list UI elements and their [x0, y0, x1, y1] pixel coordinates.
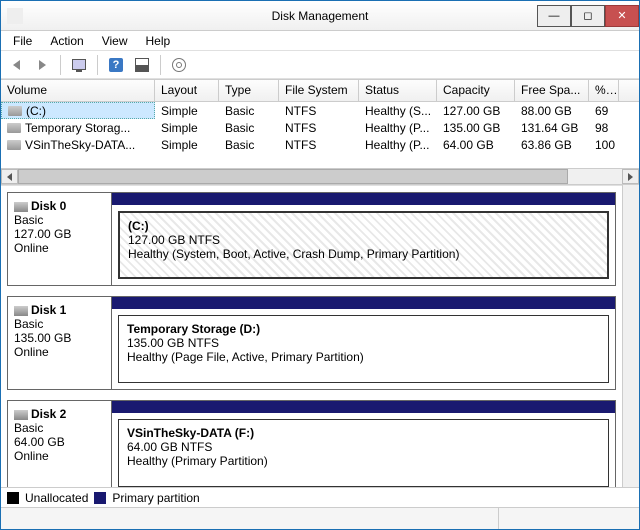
partition[interactable]: (C:)127.00 GB NTFSHealthy (System, Boot,…: [118, 211, 609, 279]
disk-label: Disk 0Basic127.00 GBOnline: [8, 193, 112, 285]
volume-row[interactable]: (C:)SimpleBasicNTFSHealthy (S...127.00 G…: [1, 102, 639, 119]
volume-row[interactable]: Temporary Storag...SimpleBasicNTFSHealth…: [1, 119, 639, 136]
arrow-right-icon: [39, 60, 46, 70]
volume-icon: [8, 106, 22, 116]
legend-primary: Primary partition: [112, 491, 199, 505]
disk-management-window: Disk Management — ◻ ✕ File Action View H…: [0, 0, 640, 530]
grid-icon: [135, 58, 149, 72]
disk-label: Disk 2Basic64.00 GBOnline: [8, 401, 112, 487]
partition-header-bar: [112, 401, 615, 413]
volume-row[interactable]: VSinTheSky-DATA...SimpleBasicNTFSHealthy…: [1, 136, 639, 153]
disk-row[interactable]: Disk 1Basic135.00 GBOnlineTemporary Stor…: [7, 296, 616, 390]
disk-icon: [14, 202, 28, 212]
toolbar-separator: [160, 55, 161, 75]
col-type[interactable]: Type: [219, 80, 279, 101]
menu-help[interactable]: Help: [138, 32, 179, 50]
scroll-left-button[interactable]: [1, 169, 18, 184]
volume-icon: [7, 123, 21, 133]
forward-button[interactable]: [31, 54, 53, 76]
volume-list-header: Volume Layout Type File System Status Ca…: [1, 80, 639, 102]
view-split-button[interactable]: [68, 54, 90, 76]
scroll-track[interactable]: [18, 169, 622, 184]
help-icon: ?: [109, 58, 123, 72]
statusbar-pane: [499, 508, 639, 529]
legend-swatch-unallocated: [7, 492, 19, 504]
partition-area: (C:)127.00 GB NTFSHealthy (System, Boot,…: [112, 193, 615, 285]
help-button[interactable]: ?: [105, 54, 127, 76]
col-volume[interactable]: Volume: [1, 80, 155, 101]
settings-button[interactable]: [168, 54, 190, 76]
partition[interactable]: Temporary Storage (D:)135.00 GB NTFSHeal…: [118, 315, 609, 383]
horizontal-scrollbar[interactable]: [1, 168, 639, 185]
toolbar: ?: [1, 51, 639, 79]
disk-label: Disk 1Basic135.00 GBOnline: [8, 297, 112, 389]
titlebar[interactable]: Disk Management — ◻ ✕: [1, 1, 639, 31]
list-button[interactable]: [131, 54, 153, 76]
menu-action[interactable]: Action: [42, 32, 91, 50]
toolbar-separator: [97, 55, 98, 75]
scroll-thumb[interactable]: [18, 169, 568, 184]
disk-graphical-view: Disk 0Basic127.00 GBOnline(C:)127.00 GB …: [1, 185, 622, 487]
statusbar: [1, 507, 639, 529]
menu-file[interactable]: File: [5, 32, 40, 50]
col-pctfree[interactable]: % F: [589, 80, 619, 101]
arrow-left-icon: [13, 60, 20, 70]
disk-icon: [14, 410, 28, 420]
menu-view[interactable]: View: [94, 32, 136, 50]
partition-area: VSinTheSky-DATA (F:)64.00 GB NTFSHealthy…: [112, 401, 615, 487]
monitor-icon: [72, 59, 86, 70]
statusbar-pane: [1, 508, 499, 529]
vertical-scrollbar[interactable]: [622, 185, 639, 487]
legend-unallocated: Unallocated: [25, 491, 88, 505]
partition-header-bar: [112, 297, 615, 309]
scroll-right-button[interactable]: [622, 169, 639, 184]
disk-row[interactable]: Disk 0Basic127.00 GBOnline(C:)127.00 GB …: [7, 192, 616, 286]
volume-list: Volume Layout Type File System Status Ca…: [1, 79, 639, 168]
col-freespace[interactable]: Free Spa...: [515, 80, 589, 101]
back-button[interactable]: [5, 54, 27, 76]
disk-icon: [14, 306, 28, 316]
menubar: File Action View Help: [1, 31, 639, 51]
volume-icon: [7, 140, 21, 150]
col-filesystem[interactable]: File System: [279, 80, 359, 101]
gear-icon: [172, 58, 186, 72]
window-title: Disk Management: [1, 9, 639, 23]
legend-swatch-primary: [94, 492, 106, 504]
toolbar-separator: [60, 55, 61, 75]
col-status[interactable]: Status: [359, 80, 437, 101]
col-capacity[interactable]: Capacity: [437, 80, 515, 101]
col-layout[interactable]: Layout: [155, 80, 219, 101]
legend: Unallocated Primary partition: [1, 487, 639, 507]
disk-row[interactable]: Disk 2Basic64.00 GBOnlineVSinTheSky-DATA…: [7, 400, 616, 487]
partition-area: Temporary Storage (D:)135.00 GB NTFSHeal…: [112, 297, 615, 389]
partition-header-bar: [112, 193, 615, 205]
partition[interactable]: VSinTheSky-DATA (F:)64.00 GB NTFSHealthy…: [118, 419, 609, 487]
